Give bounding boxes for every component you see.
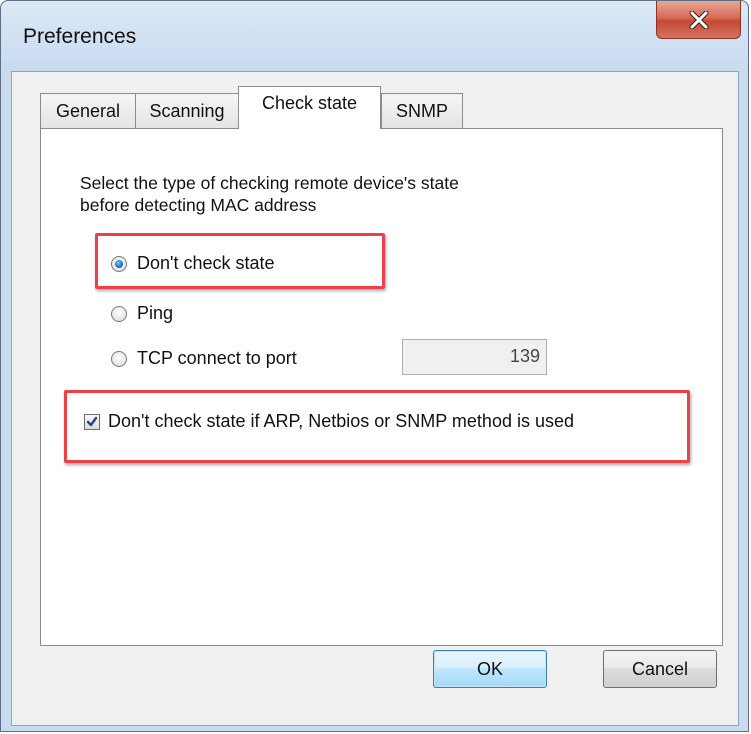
radio-button[interactable] — [111, 350, 127, 367]
radio-tcp-connect[interactable]: TCP connect to port — [111, 348, 297, 369]
radio-button-selected[interactable] — [111, 255, 127, 272]
preferences-window: Preferences General Scanning Check state… — [0, 0, 749, 732]
title-bar[interactable]: Preferences — [1, 1, 748, 71]
check-state-description: Select the type of checking remote devic… — [80, 172, 459, 216]
close-icon — [689, 10, 708, 29]
tab-snmp[interactable]: SNMP — [381, 93, 463, 128]
close-button[interactable] — [656, 1, 741, 39]
radio-dont-check-state[interactable]: Don't check state — [111, 253, 275, 274]
checkmark-icon — [86, 416, 98, 426]
radio-label-ping: Ping — [137, 303, 174, 323]
radio-button[interactable] — [111, 305, 127, 322]
radio-label-tcp-connect: TCP connect to port — [137, 348, 297, 368]
tab-general[interactable]: General — [40, 93, 136, 128]
description-line-1: Select the type of checking remote devic… — [80, 173, 459, 193]
dialog-client-area: General Scanning Check state SNMP Select… — [11, 71, 739, 726]
skip-check-label: Don't check state if ARP, Netbios or SNM… — [108, 411, 574, 431]
skip-check-checkbox[interactable] — [84, 413, 100, 430]
tcp-port-input[interactable]: 139 — [402, 339, 547, 375]
window-title: Preferences — [23, 25, 137, 48]
check-state-panel: Select the type of checking remote devic… — [40, 128, 723, 646]
ok-button[interactable]: OK — [433, 650, 547, 688]
radio-label-dont-check-state: Don't check state — [137, 253, 275, 273]
tab-check-state[interactable]: Check state — [238, 86, 381, 129]
description-line-2: before detecting MAC address — [80, 195, 317, 215]
cancel-button[interactable]: Cancel — [603, 650, 717, 688]
tab-scanning[interactable]: Scanning — [135, 93, 239, 128]
radio-ping[interactable]: Ping — [111, 303, 173, 324]
skip-check-checkbox-row[interactable]: Don't check state if ARP, Netbios or SNM… — [84, 411, 574, 432]
